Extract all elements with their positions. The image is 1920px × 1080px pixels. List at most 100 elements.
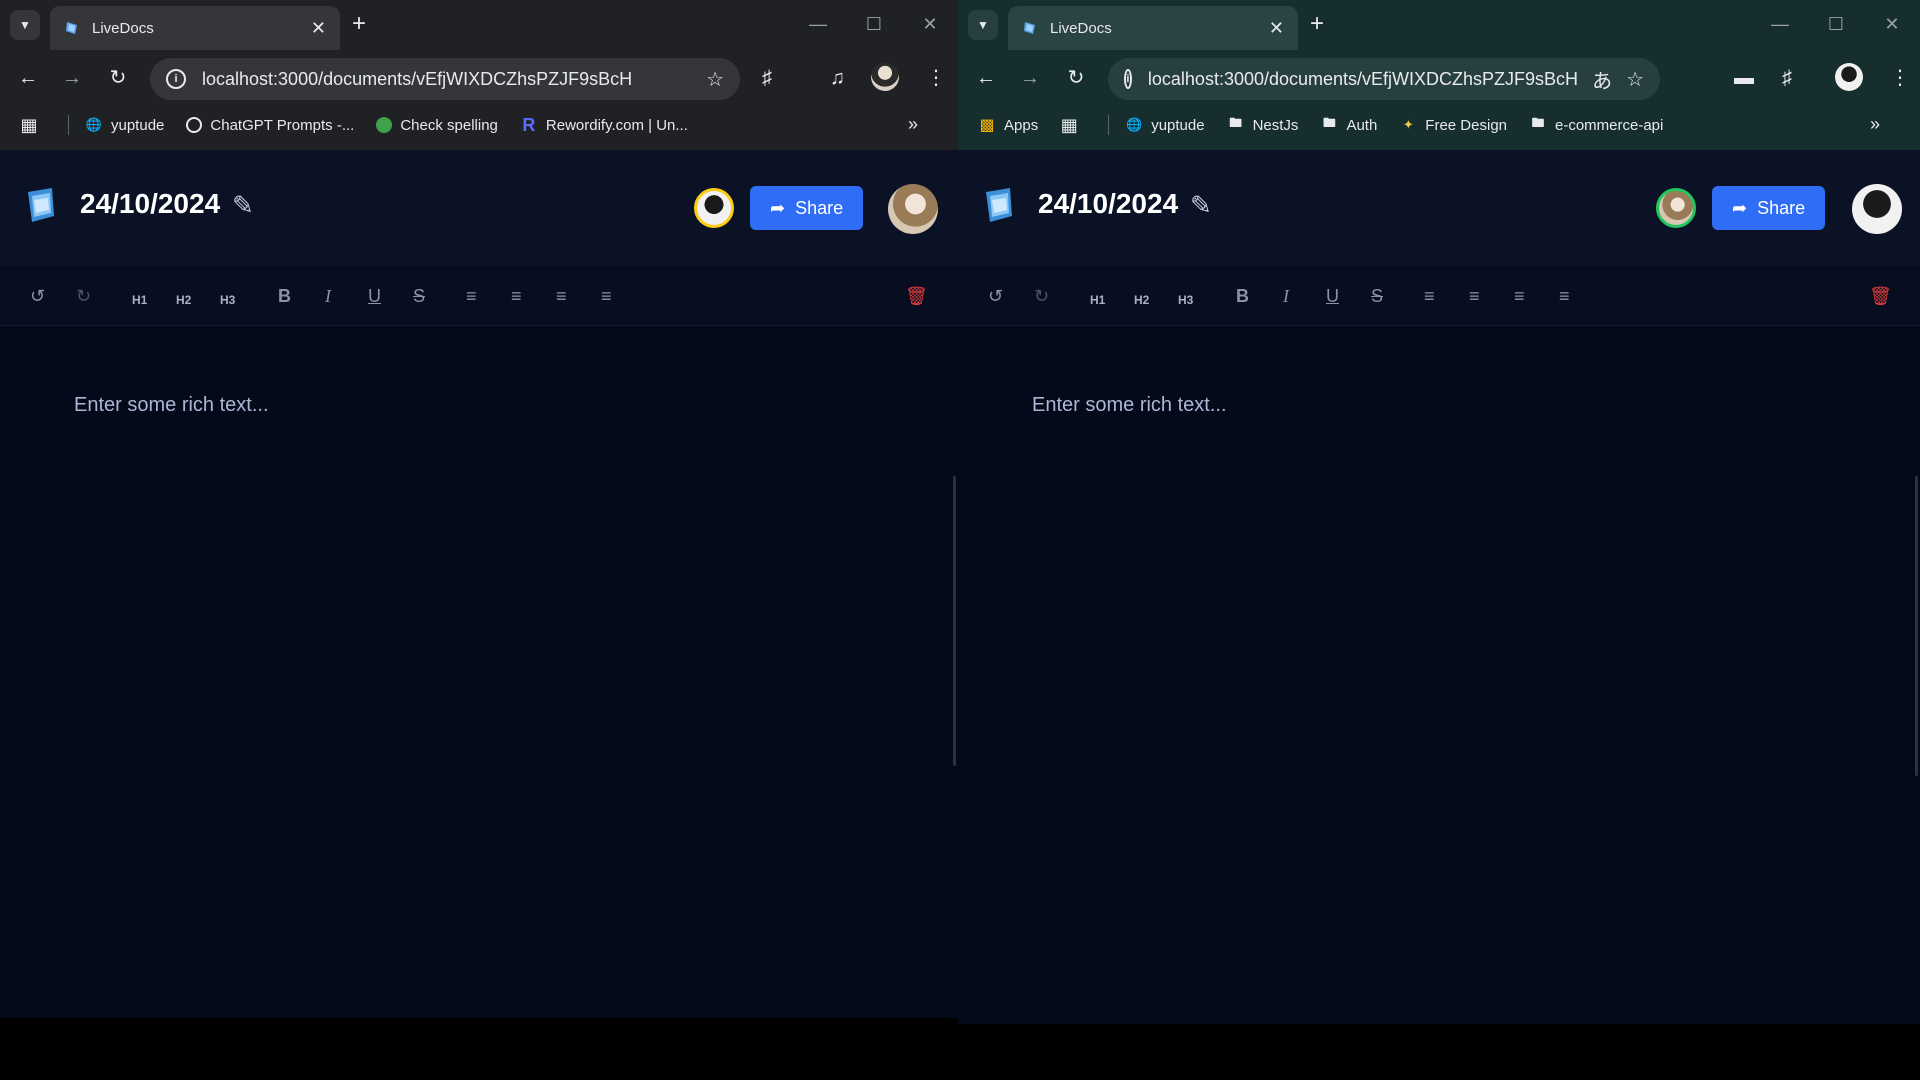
bookmark-label: e-commerce-api <box>1555 116 1664 134</box>
back-arrow-icon[interactable]: ← <box>972 65 1000 91</box>
bookmark-star-icon[interactable]: ☆ <box>706 67 724 92</box>
align-justify-icon[interactable]: ≡ <box>1559 286 1570 306</box>
tab-search-chevron-icon[interactable]: ▼ <box>968 10 998 40</box>
new-tab-plus-icon[interactable]: + <box>1310 12 1324 36</box>
browser-menu-icon[interactable]: ⋮ <box>1890 65 1910 91</box>
profile-avatar-icon[interactable] <box>871 63 899 91</box>
site-info-icon[interactable]: i <box>1124 69 1132 89</box>
align-right-icon[interactable]: ≡ <box>556 286 567 306</box>
document-title[interactable]: 24/10/2024 <box>1038 188 1178 220</box>
heading-3-button[interactable]: H3 <box>1178 290 1193 310</box>
livedocs-logo-icon[interactable] <box>982 186 1016 224</box>
bookmark-chatgpt-prompts[interactable]: ChatGPT Prompts -... <box>186 117 354 134</box>
forward-arrow-icon[interactable]: → <box>58 65 86 91</box>
scrollbar[interactable] <box>1915 476 1918 776</box>
folder-icon: 🖿 <box>1531 115 1545 130</box>
underline-button[interactable]: U <box>368 286 381 306</box>
translate-icon[interactable]: あ <box>1592 65 1612 94</box>
apps-grid-icon[interactable]: ▦ <box>20 115 46 135</box>
browser-menu-icon[interactable]: ⋮ <box>926 65 946 91</box>
edit-title-icon[interactable]: ✎ <box>232 190 254 221</box>
address-bar[interactable]: i localhost:3000/documents/vEfjWIXDCZhsP… <box>1108 58 1660 100</box>
bookmark-nestjs[interactable]: 🖿 NestJs <box>1227 115 1298 134</box>
edit-title-icon[interactable]: ✎ <box>1190 190 1212 221</box>
globe-icon: 🌐 <box>1126 117 1143 132</box>
bookmark-yuptude[interactable]: 🌐 yuptude <box>85 116 164 134</box>
profile-avatar-icon[interactable] <box>1835 63 1863 91</box>
bookmark-star-icon[interactable]: ☆ <box>1626 67 1644 92</box>
share-button[interactable]: ➦ Share <box>1712 186 1826 230</box>
folder-icon: 🖿 <box>1322 115 1336 130</box>
italic-button[interactable]: I <box>325 286 331 306</box>
undo-icon[interactable]: ↺ <box>30 286 45 306</box>
align-center-icon[interactable]: ≡ <box>511 286 522 306</box>
address-url[interactable]: localhost:3000/documents/vEfjWIXDCZhsPZJ… <box>202 69 692 90</box>
heading-2-button[interactable]: H2 <box>1134 290 1149 310</box>
strikethrough-button[interactable]: S <box>413 286 425 306</box>
undo-icon[interactable]: ↺ <box>988 286 1003 306</box>
tab-livedocs[interactable]: LiveDocs ✕ <box>50 6 340 50</box>
tab-close-icon[interactable]: ✕ <box>1269 19 1284 37</box>
scrollbar[interactable] <box>953 476 956 766</box>
tab-livedocs[interactable]: LiveDocs ✕ <box>1008 6 1298 50</box>
bookmark-apps[interactable]: ▩ Apps <box>978 116 1038 135</box>
bookmark-yuptude[interactable]: 🌐 yuptude <box>1125 116 1204 134</box>
reload-icon[interactable]: ↻ <box>1062 65 1090 91</box>
redo-icon[interactable]: ↻ <box>1034 286 1049 306</box>
bookmark-e-commerce-api[interactable]: 🖿 e-commerce-api <box>1529 115 1664 134</box>
redo-icon[interactable]: ↻ <box>76 286 91 306</box>
extensions-puzzle-icon[interactable]: ♯ <box>762 65 772 91</box>
bookmark-rewordify[interactable]: R Rewordify.com | Un... <box>520 115 688 135</box>
window-close-icon[interactable]: ✕ <box>902 12 958 36</box>
editor-toolbar: ↺ ↻ H1 H2 H3 B I U S ≡ ≡ ≡ ≡ 🗑 <box>0 266 958 326</box>
tab-close-icon[interactable]: ✕ <box>311 19 326 37</box>
extensions-puzzle-icon[interactable]: ♯ <box>1782 65 1792 91</box>
underline-button[interactable]: U <box>1326 286 1339 306</box>
maximize-icon[interactable]: ☐ <box>846 12 902 36</box>
strikethrough-button[interactable]: S <box>1371 286 1383 306</box>
forward-arrow-icon[interactable]: → <box>1016 65 1044 91</box>
extension-badge-icon[interactable]: ▬ <box>1734 65 1754 91</box>
heading-3-button[interactable]: H3 <box>220 290 235 310</box>
align-left-icon[interactable]: ≡ <box>466 286 477 306</box>
rich-text-editor[interactable]: Enter some rich text... <box>0 326 958 1018</box>
align-left-icon[interactable]: ≡ <box>1424 286 1435 306</box>
heading-2-button[interactable]: H2 <box>176 290 191 310</box>
reload-icon[interactable]: ↻ <box>104 65 132 91</box>
livedocs-logo-icon[interactable] <box>24 186 58 224</box>
align-justify-icon[interactable]: ≡ <box>601 286 612 306</box>
rich-text-editor[interactable]: Enter some rich text... <box>958 326 1920 1024</box>
user-avatar[interactable] <box>1852 184 1902 234</box>
tab-groups-icon[interactable]: ▦ <box>1060 115 1086 135</box>
heading-1-button[interactable]: H1 <box>1090 290 1105 310</box>
align-center-icon[interactable]: ≡ <box>1469 286 1480 306</box>
media-controls-icon[interactable]: ♫ <box>830 65 845 91</box>
bookmark-check-spelling[interactable]: Check spelling <box>376 117 498 134</box>
user-avatar[interactable] <box>888 184 938 234</box>
new-tab-plus-icon[interactable]: + <box>352 12 366 36</box>
back-arrow-icon[interactable]: ← <box>14 65 42 91</box>
bookmarks-overflow-icon[interactable]: » <box>908 114 918 135</box>
bold-button[interactable]: B <box>278 286 291 306</box>
italic-button[interactable]: I <box>1283 286 1289 306</box>
bookmark-free-design[interactable]: ✦ Free Design <box>1399 116 1507 134</box>
align-right-icon[interactable]: ≡ <box>1514 286 1525 306</box>
site-info-icon[interactable]: i <box>166 69 186 89</box>
bold-button[interactable]: B <box>1236 286 1249 306</box>
heading-1-button[interactable]: H1 <box>132 290 147 310</box>
address-bar[interactable]: i localhost:3000/documents/vEfjWIXDCZhsP… <box>150 58 740 100</box>
delete-document-trash-icon[interactable]: 🗑 <box>1869 286 1892 306</box>
tab-title: LiveDocs <box>1050 19 1112 37</box>
maximize-icon[interactable]: ☐ <box>1808 12 1864 36</box>
delete-document-trash-icon[interactable]: 🗑 <box>905 286 928 306</box>
window-close-icon[interactable]: ✕ <box>1864 12 1920 36</box>
bookmarks-overflow-icon[interactable]: » <box>1870 114 1880 135</box>
minimize-icon[interactable]: — <box>790 12 846 36</box>
document-title[interactable]: 24/10/2024 <box>80 188 220 220</box>
tab-search-chevron-icon[interactable]: ▼ <box>10 10 40 40</box>
minimize-icon[interactable]: — <box>1752 12 1808 36</box>
screen: ▼ LiveDocs ✕ + — ☐ ✕ ← → ↻ i localhost:3… <box>0 0 1920 1080</box>
address-url[interactable]: localhost:3000/documents/vEfjWIXDCZhsPZJ… <box>1148 69 1578 90</box>
bookmark-auth[interactable]: 🖿 Auth <box>1320 115 1377 134</box>
share-button[interactable]: ➦ Share <box>750 186 864 230</box>
